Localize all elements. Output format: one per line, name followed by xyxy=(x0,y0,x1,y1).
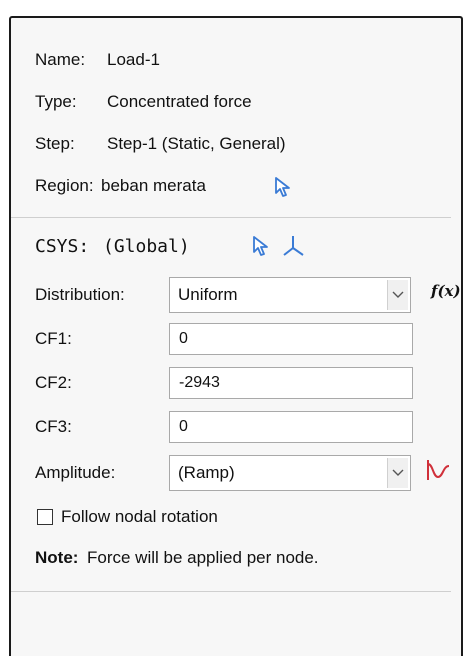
amplitude-curve-icon[interactable] xyxy=(425,458,451,489)
select-arrow-icon[interactable] xyxy=(273,176,293,203)
csys-label: CSYS: xyxy=(35,235,90,257)
csys-value: (Global) xyxy=(103,235,190,257)
amplitude-label: Amplitude: xyxy=(35,463,116,482)
cf2-label: CF2: xyxy=(35,373,72,392)
axis-triad-icon[interactable] xyxy=(281,234,305,263)
fx-button[interactable]: f(x) xyxy=(431,282,461,300)
region-value: beban merata xyxy=(101,176,206,195)
cf3-input[interactable]: 0 xyxy=(169,411,413,443)
type-value: Concentrated force xyxy=(107,92,252,111)
name-value: Load-1 xyxy=(107,50,160,69)
distribution-label: Distribution: xyxy=(35,285,125,304)
cf1-input[interactable]: 0 xyxy=(169,323,413,355)
note-label: Note: xyxy=(35,548,79,567)
name-label: Name: xyxy=(35,50,86,69)
step-label: Step: xyxy=(35,134,75,153)
region-label: Region: xyxy=(35,176,94,195)
chevron-down-icon[interactable] xyxy=(387,280,408,310)
load-editor-panel: Name: Load-1 Type: Concentrated force St… xyxy=(9,16,463,656)
select-arrow-icon[interactable] xyxy=(251,235,271,262)
step-value: Step-1 (Static, General) xyxy=(107,134,286,153)
type-label: Type: xyxy=(35,92,77,111)
section-divider xyxy=(11,217,451,218)
amplitude-select[interactable]: (Ramp) xyxy=(169,455,411,491)
cf3-label: CF3: xyxy=(35,417,72,436)
cf1-label: CF1: xyxy=(35,329,72,348)
distribution-select[interactable]: Uniform xyxy=(169,277,411,313)
amplitude-selected-value: (Ramp) xyxy=(178,463,235,482)
follow-nodal-rotation-checkbox[interactable] xyxy=(37,509,53,525)
cf2-input[interactable]: -2943 xyxy=(169,367,413,399)
follow-nodal-rotation-label: Follow nodal rotation xyxy=(61,507,218,526)
distribution-selected-value: Uniform xyxy=(178,285,238,304)
bottom-divider xyxy=(11,591,451,592)
chevron-down-icon[interactable] xyxy=(387,458,408,488)
note-text: Force will be applied per node. xyxy=(87,548,319,567)
